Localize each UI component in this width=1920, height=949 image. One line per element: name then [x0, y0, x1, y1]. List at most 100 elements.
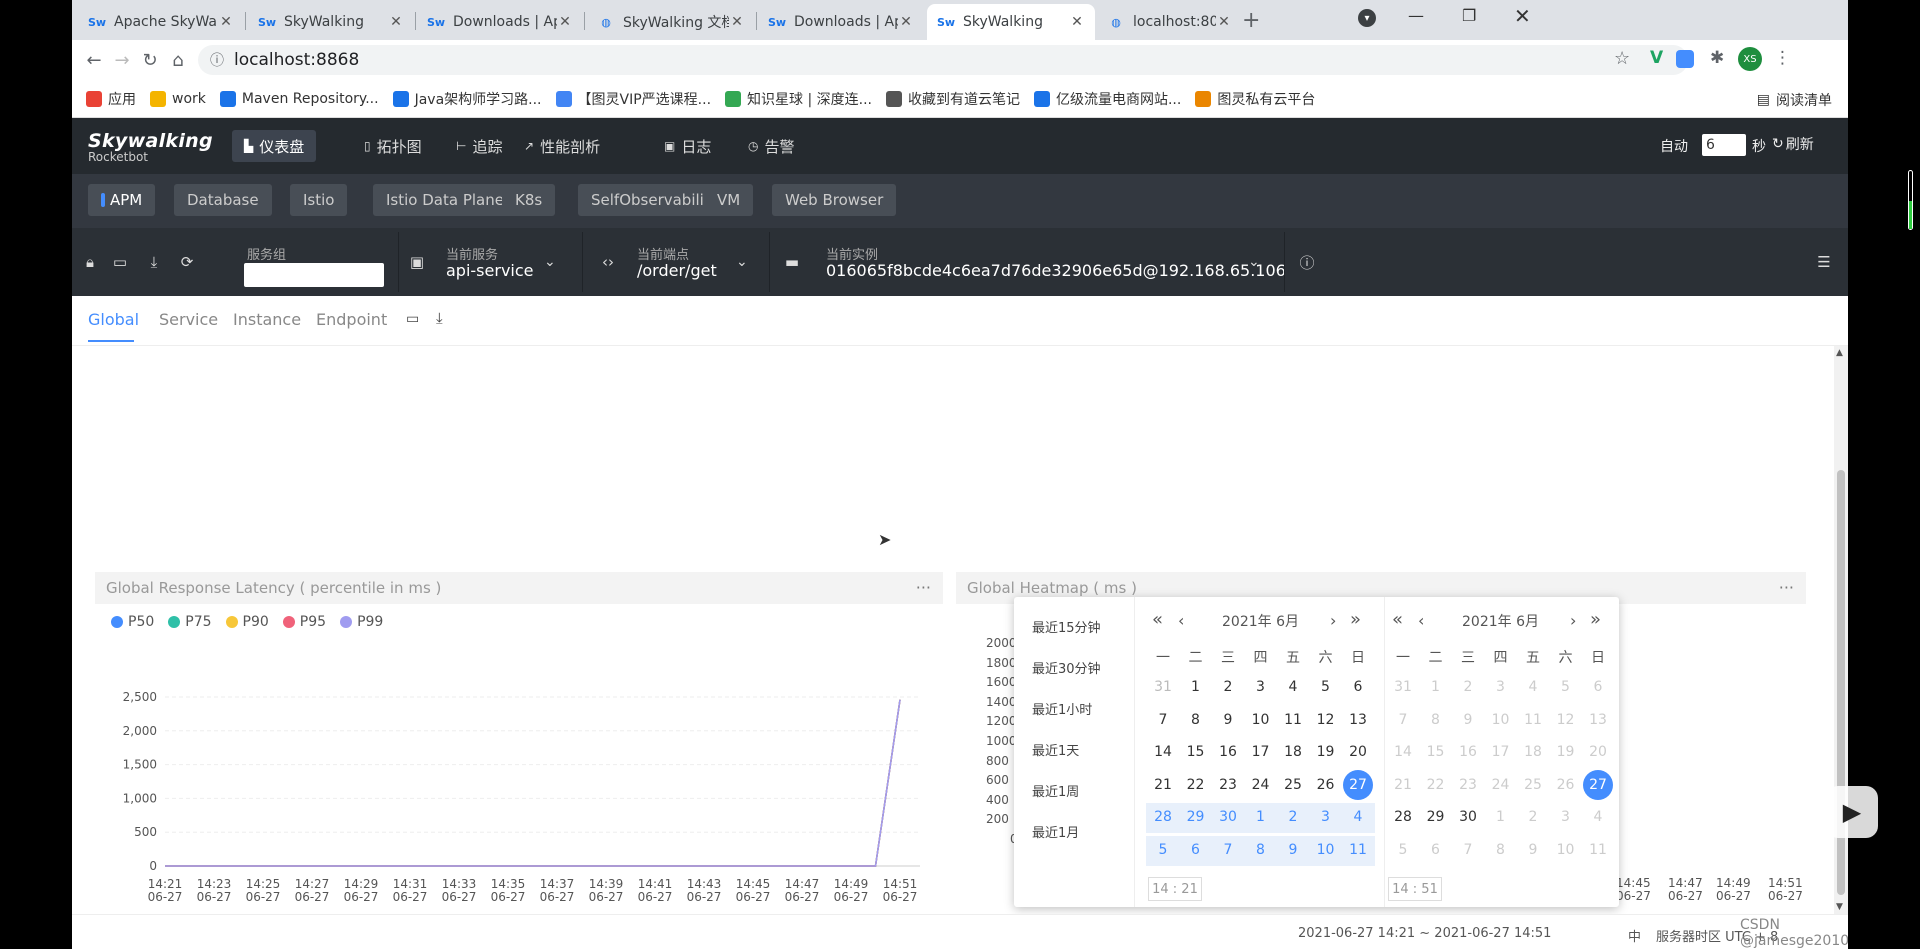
new-tab-button[interactable]: + [1242, 8, 1260, 33]
prev-month-icon[interactable]: ‹ [1178, 611, 1184, 630]
service-group-input[interactable] [244, 263, 384, 287]
extension-icon[interactable] [1676, 50, 1694, 68]
calendar-day[interactable]: 27 [1583, 777, 1613, 793]
download-icon[interactable]: ⤓ [144, 252, 164, 272]
calendar-day[interactable]: 7 [1148, 712, 1178, 728]
calendar-day[interactable]: 21 [1148, 777, 1178, 793]
calendar-day[interactable]: 31 [1148, 679, 1178, 695]
bookmark-item[interactable]: 【图灵VIP严选课程... [555, 89, 711, 109]
language-toggle[interactable]: 中 [1628, 926, 1641, 945]
browser-tab[interactable]: Sw SkyWalking ✕ [927, 4, 1095, 40]
calendar-day[interactable]: 14 [1388, 744, 1418, 760]
calendar-day[interactable]: 16 [1213, 744, 1243, 760]
calendar-day[interactable]: 10 [1311, 842, 1341, 858]
calendar-day[interactable]: 3 [1246, 679, 1276, 695]
calendar-day[interactable]: 1 [1486, 809, 1516, 825]
browser-tab[interactable]: Sw SkyWalking ✕ [248, 4, 414, 40]
calendar-day[interactable]: 10 [1551, 842, 1581, 858]
calendar-day[interactable]: 16 [1453, 744, 1483, 760]
calendar-day[interactable]: 23 [1213, 777, 1243, 793]
nav-item[interactable]: ⊢ 追踪 [444, 130, 514, 162]
calendar-day[interactable]: 5 [1388, 842, 1418, 858]
calendar-day[interactable]: 15 [1181, 744, 1211, 760]
calendar-day[interactable]: 5 [1311, 679, 1341, 695]
folder-icon-small[interactable]: ▭ [406, 311, 419, 327]
calendar-day[interactable]: 1 [1421, 679, 1451, 695]
calendar-day[interactable]: 7 [1388, 712, 1418, 728]
nav-item[interactable]: ▣ 日志 [652, 130, 723, 162]
prev-year-icon[interactable]: « [1152, 609, 1163, 630]
close-tab-icon[interactable]: ✕ [388, 14, 404, 30]
current-instance-value[interactable]: 016065f8bcde4c6ea7d76de32906e65d@192.168… [826, 261, 1286, 280]
calendar-day[interactable]: 11 [1583, 842, 1613, 858]
time-shortcut[interactable]: 最近1周 [1032, 781, 1079, 800]
forward-icon[interactable]: → [110, 48, 134, 72]
time-range-display[interactable]: 2021-06-27 14:21 ~ 2021-06-27 14:51 [1298, 926, 1551, 941]
browser-tab[interactable]: Sw Downloads | Apache✕ [758, 4, 924, 40]
calendar-day[interactable]: 6 [1181, 842, 1211, 858]
calendar-day[interactable]: 18 [1278, 744, 1308, 760]
calendar-day[interactable]: 28 [1148, 809, 1178, 825]
prev-month-icon[interactable]: ‹ [1418, 611, 1424, 630]
download-icon-small[interactable]: ⤓ [436, 309, 443, 327]
calendar-day[interactable]: 9 [1453, 712, 1483, 728]
layer-tab[interactable]: K8s [502, 184, 556, 216]
calendar-day[interactable]: 11 [1278, 712, 1308, 728]
current-endpoint-value[interactable]: /order/get [637, 261, 717, 280]
browser-tab[interactable]: ◍ SkyWalking 文档中文✕ [587, 4, 755, 40]
calendar-day[interactable]: 22 [1181, 777, 1211, 793]
bookmark-item[interactable]: 图灵私有云平台 [1195, 89, 1315, 109]
calendar-day[interactable]: 15 [1421, 744, 1451, 760]
bookmark-item[interactable]: 收藏到有道云笔记 [885, 89, 1020, 109]
subtab[interactable]: Endpoint [316, 310, 387, 329]
calendar-day[interactable]: 5 [1551, 679, 1581, 695]
prev-year-icon[interactable]: « [1392, 609, 1403, 630]
refresh-button[interactable]: ↻ 刷新 [1772, 134, 1814, 154]
calendar-day[interactable]: 8 [1486, 842, 1516, 858]
bookmark-item[interactable]: 知识星球 | 深度连... [725, 89, 872, 109]
calendar-day[interactable]: 25 [1278, 777, 1308, 793]
close-tab-icon[interactable]: ✕ [1069, 14, 1085, 30]
next-year-icon[interactable]: » [1350, 609, 1361, 630]
calendar-day[interactable]: 2 [1278, 809, 1308, 825]
lock-icon[interactable]: 🔒︎ [80, 252, 100, 272]
nav-item[interactable]: ◷ 告警 [736, 130, 807, 162]
calendar-day[interactable]: 11 [1518, 712, 1548, 728]
calendar-day[interactable]: 25 [1518, 777, 1548, 793]
calendar-day[interactable]: 31 [1388, 679, 1418, 695]
calendar-day[interactable]: 24 [1486, 777, 1516, 793]
calendar-day[interactable]: 10 [1246, 712, 1276, 728]
calendar-day[interactable]: 3 [1311, 809, 1341, 825]
calendar-day[interactable]: 29 [1421, 809, 1451, 825]
calendar-day[interactable]: 20 [1343, 744, 1373, 760]
calendar-day[interactable]: 4 [1518, 679, 1548, 695]
calendar-day[interactable]: 24 [1246, 777, 1276, 793]
next-year-icon[interactable]: » [1590, 609, 1601, 630]
bookmark-item[interactable]: 应用 [86, 89, 136, 109]
calendar-day[interactable]: 19 [1551, 744, 1581, 760]
folder-icon[interactable]: ▭ [110, 252, 130, 272]
calendar-day[interactable]: 4 [1583, 809, 1613, 825]
calendar-day[interactable]: 3 [1486, 679, 1516, 695]
reload-icon[interactable]: ↻ [138, 48, 162, 72]
calendar-day[interactable]: 1 [1181, 679, 1211, 695]
nav-item[interactable]: ▯ 拓扑图 [352, 130, 434, 162]
calendar-day[interactable]: 12 [1311, 712, 1341, 728]
calendar-day[interactable]: 2 [1518, 809, 1548, 825]
calendar-day[interactable]: 19 [1311, 744, 1341, 760]
calendar-day[interactable]: 28 [1388, 809, 1418, 825]
tab-search-icon[interactable]: ▾ [1358, 9, 1376, 27]
menu-icon[interactable]: ⋮ [1774, 48, 1791, 68]
nav-item[interactable]: ▙ 仪表盘 [232, 130, 317, 162]
bookmark-star-icon[interactable]: ☆ [1614, 48, 1630, 69]
service-chevron-down-icon[interactable]: ⌄ [544, 254, 556, 270]
calendar-day[interactable]: 29 [1181, 809, 1211, 825]
home-icon[interactable]: ⌂ [166, 48, 190, 72]
puzzle-icon[interactable]: ✱ [1710, 48, 1724, 68]
close-tab-icon[interactable]: ✕ [218, 14, 234, 30]
calendar-day[interactable]: 7 [1213, 842, 1243, 858]
time-shortcut[interactable]: 最近1小时 [1032, 699, 1092, 718]
calendar-day[interactable]: 6 [1421, 842, 1451, 858]
calendar-day[interactable]: 1 [1246, 809, 1276, 825]
nav-item[interactable]: ↗ 性能剖析 [512, 130, 612, 162]
